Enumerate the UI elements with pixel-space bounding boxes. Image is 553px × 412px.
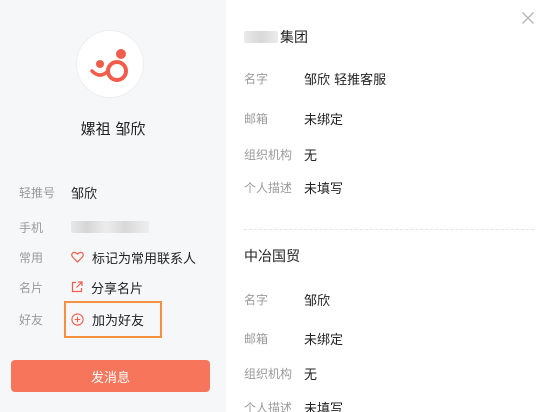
share-icon — [71, 281, 83, 293]
field-label: 组织机构 — [244, 147, 293, 162]
field-label: 个人描述 — [244, 180, 293, 195]
org-field-organization: 组织机构 无 — [244, 144, 317, 164]
favorite-contact-link[interactable]: 标记为常用联系人 — [92, 248, 196, 267]
field-value: 邹欣 — [304, 293, 331, 309]
share-card-link[interactable]: 分享名片 — [91, 278, 143, 297]
org-field-description: 个人描述 未填写 — [244, 177, 343, 197]
field-label: 组织机构 — [244, 366, 293, 381]
org-title: 中冶国贸 — [244, 249, 300, 265]
org-details-panel: 集团 名字 邹欣 轻推客服 邮箱 未绑定 组织机构 无 个人描述 未填写 中冶国… — [226, 0, 553, 412]
section-divider — [244, 229, 534, 230]
org-title-suffix: 集团 — [280, 30, 308, 46]
field-label: 个人描述 — [244, 400, 293, 412]
field-tuiid: 轻推号 邹欣 — [19, 182, 97, 202]
org-title: 集团 — [244, 27, 308, 47]
avatar — [76, 30, 144, 98]
field-value: 未填写 — [304, 181, 344, 197]
field-value: 未绑定 — [304, 112, 344, 128]
field-value: 未绑定 — [304, 332, 344, 348]
app-logo-icon — [90, 49, 128, 82]
field-value: 无 — [304, 367, 318, 383]
field-value: 邹欣 — [71, 186, 98, 202]
field-label: 名字 — [244, 71, 269, 86]
org-field-name: 名字 邹欣 — [244, 289, 330, 309]
send-message-button[interactable]: 发消息 — [11, 360, 210, 392]
redacted-phone — [71, 221, 149, 233]
org-field-email: 邮箱 未绑定 — [244, 108, 343, 128]
field-value: 无 — [304, 148, 318, 164]
heart-icon — [71, 251, 84, 263]
field-value: 未填写 — [304, 401, 344, 412]
org-field-description: 个人描述 未填写 — [244, 397, 343, 412]
field-label: 名字 — [244, 292, 269, 307]
field-label: 邮箱 — [244, 111, 269, 126]
field-label: 手机 — [19, 220, 44, 235]
org-field-email: 邮箱 未绑定 — [244, 328, 343, 348]
field-label: 名片 — [19, 280, 44, 295]
org-field-name: 名字 邹欣 轻推客服 — [244, 68, 386, 88]
field-label: 常用 — [19, 250, 44, 265]
field-label: 邮箱 — [244, 331, 269, 346]
redacted-org-name — [244, 31, 278, 43]
favorite-contact-action[interactable]: 常用 标记为常用联系人 — [19, 247, 196, 267]
profile-panel: 嫘祖 邹欣 轻推号 邹欣 手机 常用 标记为常用联系人 名片 分享名片 好友 加… — [0, 0, 226, 412]
field-value: 邹欣 轻推客服 — [304, 72, 387, 88]
share-card-action[interactable]: 名片 分享名片 — [19, 277, 143, 297]
field-label: 轻推号 — [19, 185, 56, 200]
field-phone: 手机 — [19, 217, 149, 237]
close-icon[interactable] — [521, 11, 535, 25]
add-friend-highlight — [64, 301, 162, 338]
profile-name: 嫘祖 邹欣 — [80, 120, 146, 138]
org-field-organization: 组织机构 无 — [244, 363, 317, 383]
